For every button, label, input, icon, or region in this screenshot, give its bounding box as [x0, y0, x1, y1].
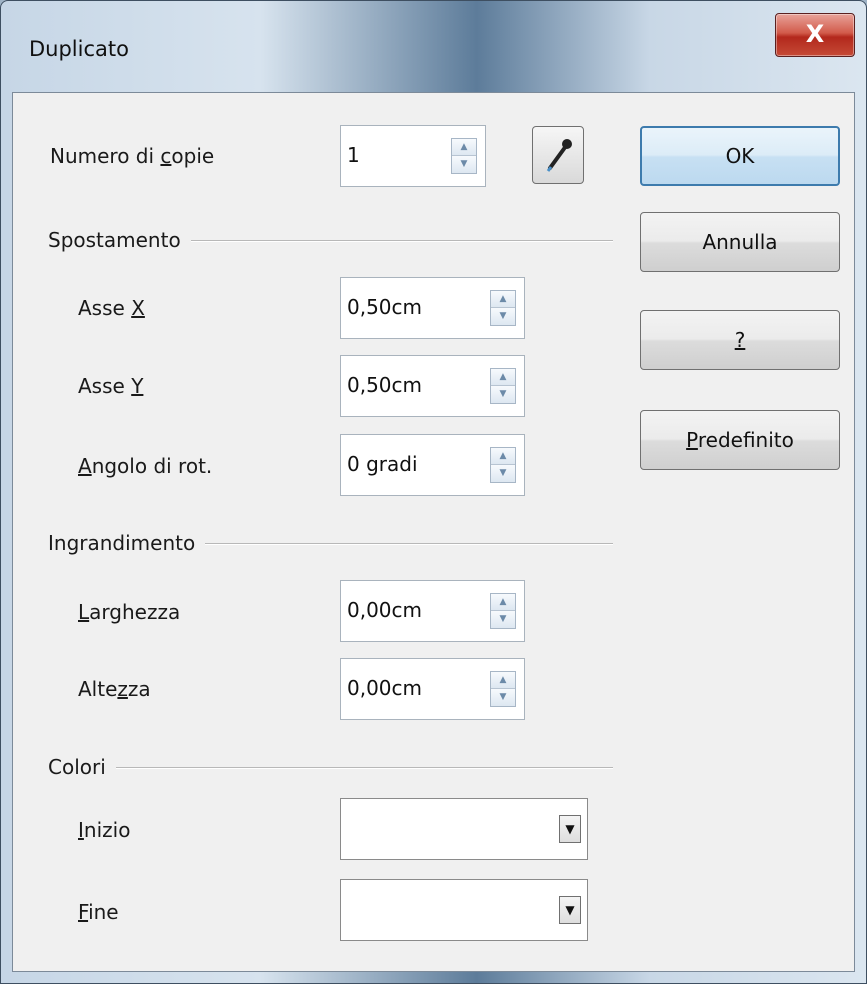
height-label-text: Alte: [78, 677, 118, 701]
y-axis-spinbox[interactable]: 0,50cm ▲ ▼: [340, 355, 525, 417]
height-value[interactable]: 0,00cm: [347, 676, 422, 700]
ok-button[interactable]: OK: [640, 126, 840, 186]
cancel-button[interactable]: Annulla: [640, 212, 840, 272]
spin-down-icon[interactable]: ▼: [491, 611, 515, 628]
end-color-dropdown[interactable]: ▼: [340, 879, 588, 941]
copies-label-rest: opie: [171, 144, 215, 168]
start-color-label: Inizio: [78, 818, 130, 842]
start-color-dropdown[interactable]: ▼: [340, 798, 588, 860]
window-title: Duplicato: [29, 37, 129, 61]
copies-spinbox[interactable]: 1 ▲ ▼: [340, 125, 486, 187]
width-label-text: arghezza: [89, 600, 181, 624]
height-spin-buttons[interactable]: ▲ ▼: [490, 671, 516, 707]
spin-up-icon[interactable]: ▲: [491, 672, 515, 689]
y-axis-label: Asse Y: [78, 374, 143, 398]
copies-label-text: Numero di: [50, 144, 161, 168]
rotation-angle-label-text: ngolo di rot.: [91, 454, 213, 478]
start-color-label-text: nizio: [83, 818, 131, 842]
spin-down-icon[interactable]: ▼: [491, 308, 515, 325]
default-button-label: redefinito: [697, 428, 794, 452]
rotation-angle-label-accesskey: A: [78, 454, 92, 478]
enlargement-heading: Ingrandimento: [48, 531, 206, 555]
x-axis-spinbox[interactable]: 0,50cm ▲ ▼: [340, 277, 525, 339]
y-axis-spin-buttons[interactable]: ▲ ▼: [490, 368, 516, 404]
x-axis-label-accesskey: X: [131, 296, 145, 320]
dropdown-arrow-icon[interactable]: ▼: [559, 896, 581, 924]
spin-down-icon[interactable]: ▼: [452, 156, 476, 173]
dropdown-arrow-icon[interactable]: ▼: [559, 815, 581, 843]
default-button[interactable]: Predefinito: [640, 410, 840, 470]
y-axis-label-text: Asse: [78, 374, 132, 398]
width-label: Larghezza: [78, 600, 180, 624]
x-axis-spin-buttons[interactable]: ▲ ▼: [490, 290, 516, 326]
width-value[interactable]: 0,00cm: [347, 598, 422, 622]
spin-down-icon[interactable]: ▼: [491, 386, 515, 403]
spin-down-icon[interactable]: ▼: [491, 465, 515, 482]
spin-down-icon[interactable]: ▼: [491, 689, 515, 706]
copies-value[interactable]: 1: [347, 143, 360, 167]
rotation-angle-value[interactable]: 0 gradi: [347, 452, 418, 476]
close-button[interactable]: X: [775, 13, 855, 57]
spin-up-icon[interactable]: ▲: [491, 369, 515, 386]
x-axis-value[interactable]: 0,50cm: [347, 295, 422, 319]
eyedropper-icon: [546, 139, 572, 172]
default-button-accesskey: P: [686, 428, 698, 452]
y-axis-label-accesskey: Y: [131, 374, 144, 398]
colors-heading: Colori: [48, 755, 116, 779]
rotation-angle-spin-buttons[interactable]: ▲ ▼: [490, 447, 516, 483]
height-spinbox[interactable]: 0,00cm ▲ ▼: [340, 658, 525, 720]
end-color-label-accesskey: F: [78, 900, 89, 924]
copies-label-accesskey: c: [160, 144, 172, 168]
height-label-accesskey: z: [117, 677, 128, 701]
placement-heading: Spostamento: [48, 228, 191, 252]
x-axis-label-text: Asse: [78, 296, 132, 320]
title-bar[interactable]: Duplicato X: [1, 1, 867, 91]
rotation-angle-spinbox[interactable]: 0 gradi ▲ ▼: [340, 434, 525, 496]
colors-separator: [48, 767, 613, 769]
height-label: Altezza: [78, 677, 151, 701]
x-axis-label: Asse X: [78, 296, 145, 320]
height-label-rest: za: [127, 677, 151, 701]
rotation-angle-label: Angolo di rot.: [78, 454, 212, 478]
spin-up-icon[interactable]: ▲: [491, 291, 515, 308]
y-axis-value[interactable]: 0,50cm: [347, 373, 422, 397]
end-color-label-text: ine: [88, 900, 119, 924]
end-color-label: Fine: [78, 900, 119, 924]
width-spinbox[interactable]: 0,00cm ▲ ▼: [340, 580, 525, 642]
copies-spin-buttons[interactable]: ▲ ▼: [451, 138, 477, 174]
help-button-label: ?: [734, 328, 746, 352]
copies-label: Numero di copie: [50, 144, 214, 168]
spin-up-icon[interactable]: ▲: [491, 448, 515, 465]
spin-up-icon[interactable]: ▲: [452, 139, 476, 156]
width-label-accesskey: L: [78, 600, 90, 624]
help-button[interactable]: ?: [640, 310, 840, 370]
pipette-button[interactable]: [532, 126, 584, 184]
width-spin-buttons[interactable]: ▲ ▼: [490, 593, 516, 629]
spin-up-icon[interactable]: ▲: [491, 594, 515, 611]
